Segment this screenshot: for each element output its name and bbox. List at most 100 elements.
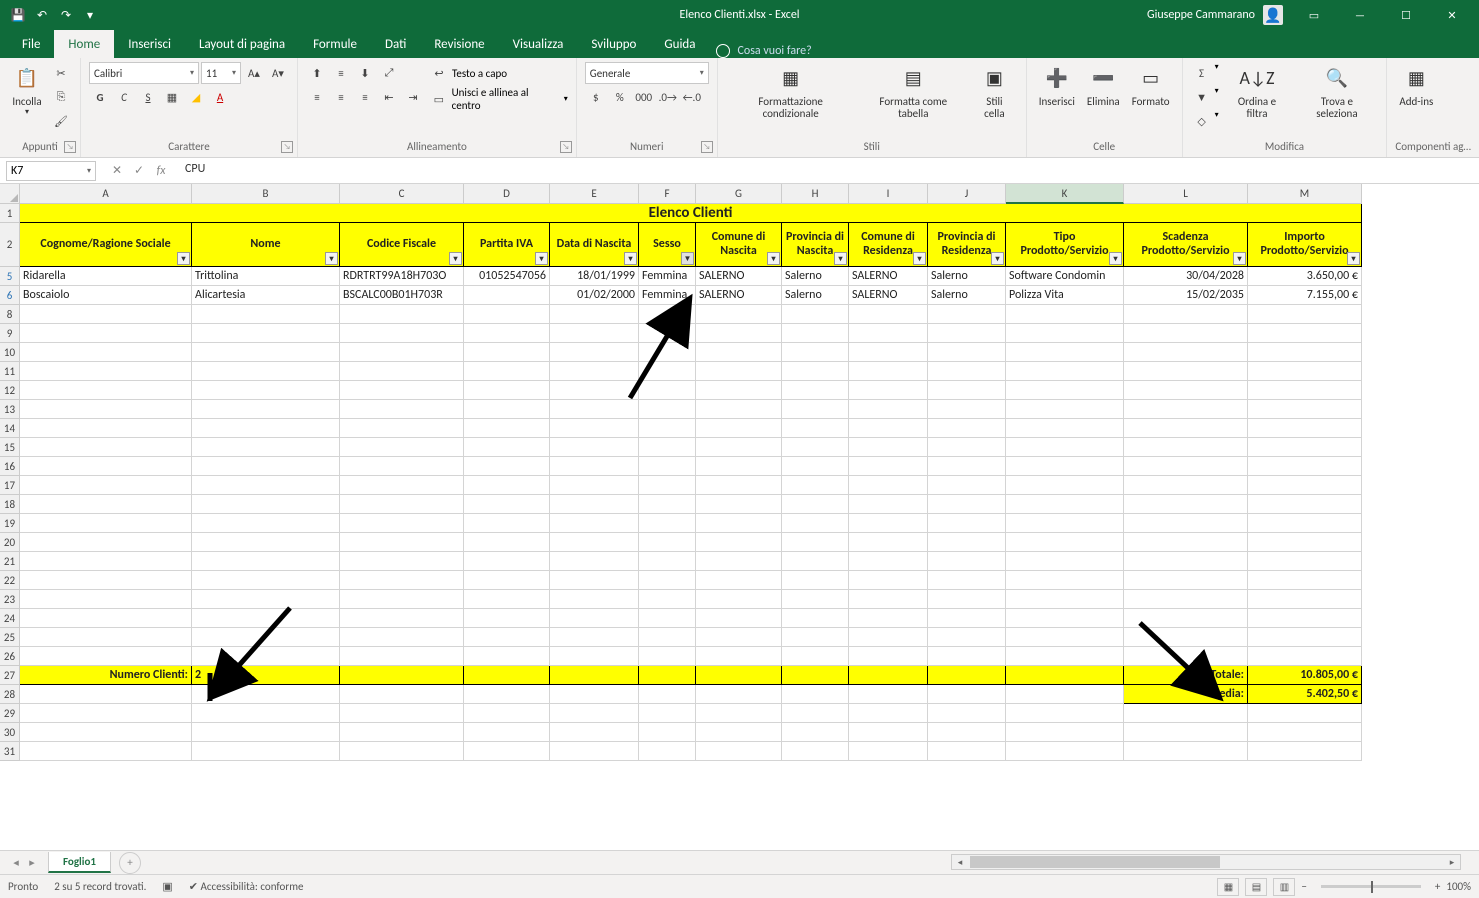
indent-icon[interactable]: ⇥ <box>402 86 424 108</box>
format-cells-button[interactable]: ▭Formato <box>1128 62 1174 136</box>
autosum-icon[interactable]: Σ <box>1191 62 1213 84</box>
font-color-icon[interactable]: A <box>209 86 231 108</box>
filter-E-icon[interactable]: ▾ <box>624 252 637 265</box>
cond-format-button[interactable]: ▦Formattazione condizionale <box>726 62 856 136</box>
tab-sviluppo[interactable]: Sviluppo <box>577 30 650 58</box>
bold-icon[interactable]: G <box>89 86 111 108</box>
column-headers[interactable]: ABCDEFGHIJKLM <box>20 184 1362 204</box>
view-normal-icon[interactable]: ▦ <box>1217 878 1239 896</box>
zoom-in-icon[interactable]: + <box>1435 880 1440 893</box>
macro-record-icon[interactable]: ▣ <box>162 880 172 893</box>
tab-layout[interactable]: Layout di pagina <box>185 30 299 58</box>
name-box[interactable]: K7 <box>6 161 96 181</box>
new-sheet-icon[interactable]: + <box>119 852 141 874</box>
worksheet[interactable]: ABCDEFGHIJKLM 12568910111213141516171819… <box>0 184 1479 850</box>
tab-dati[interactable]: Dati <box>371 30 420 58</box>
scroll-left-icon[interactable]: ◂ <box>952 855 968 869</box>
filter-D-icon[interactable]: ▾ <box>535 252 548 265</box>
scroll-right-icon[interactable]: ▸ <box>1444 855 1460 869</box>
fill-color-icon[interactable]: ◢ <box>185 86 207 108</box>
minimize-icon[interactable]: — <box>1337 0 1383 30</box>
row-header-6[interactable]: 6 <box>0 286 20 305</box>
row-headers[interactable]: 1256891011121314151617181920212223242526… <box>0 204 20 761</box>
outdent-icon[interactable]: ⇤ <box>378 86 400 108</box>
tab-home[interactable]: Home <box>54 30 114 58</box>
number-format-combo[interactable]: Generale▾ <box>585 62 709 84</box>
ribbon-display-icon[interactable]: ▭ <box>1291 0 1337 30</box>
font-combo[interactable]: Calibri▾ <box>89 62 199 84</box>
col-header-F[interactable]: F <box>639 184 696 204</box>
filter-M-icon[interactable]: ▾ <box>1347 252 1360 265</box>
row-header-23[interactable]: 23 <box>0 590 20 609</box>
tell-me[interactable]: Cosa vuoi fare? <box>716 44 812 58</box>
filter-C-icon[interactable]: ▾ <box>449 252 462 265</box>
cancel-formula-icon[interactable]: ✕ <box>106 161 128 181</box>
percent-icon[interactable]: % <box>609 86 631 108</box>
zoom-out-icon[interactable]: − <box>1301 880 1306 893</box>
filter-F-icon[interactable]: ▼ <box>681 252 694 265</box>
tab-file[interactable]: File <box>8 30 54 58</box>
increase-font-icon[interactable]: A▴ <box>243 62 265 84</box>
increase-decimal-icon[interactable]: .0→ <box>657 86 679 108</box>
row-header-8[interactable]: 8 <box>0 305 20 324</box>
fx-icon[interactable]: fx <box>150 161 172 181</box>
zoom-slider[interactable] <box>1321 885 1421 888</box>
grid[interactable]: Elenco ClientiCognome/Ragione Sociale▾No… <box>20 204 1362 761</box>
border-icon[interactable]: ▦ <box>161 86 183 108</box>
sheet-nav-first-icon[interactable]: ◂ <box>8 856 24 869</box>
row-header-18[interactable]: 18 <box>0 495 20 514</box>
accounting-icon[interactable]: $ <box>585 86 607 108</box>
row-header-12[interactable]: 12 <box>0 381 20 400</box>
decrease-decimal-icon[interactable]: ←.0 <box>681 86 703 108</box>
row-header-24[interactable]: 24 <box>0 609 20 628</box>
horizontal-scrollbar[interactable]: ◂ ▸ <box>951 854 1461 870</box>
row-header-25[interactable]: 25 <box>0 628 20 647</box>
col-header-D[interactable]: D <box>464 184 550 204</box>
merge-icon[interactable]: ▭ <box>428 88 450 110</box>
row-header-11[interactable]: 11 <box>0 362 20 381</box>
col-header-G[interactable]: G <box>696 184 782 204</box>
cut-icon[interactable]: ✂ <box>50 62 72 84</box>
copy-icon[interactable]: ⎘ <box>50 86 72 108</box>
row-header-13[interactable]: 13 <box>0 400 20 419</box>
addins-button[interactable]: ▦Add-ins <box>1395 62 1437 136</box>
align-right-icon[interactable]: ≡ <box>354 86 376 108</box>
redo-icon[interactable]: ↷ <box>54 2 78 28</box>
row-header-31[interactable]: 31 <box>0 742 20 761</box>
align-top-icon[interactable]: ⬆ <box>306 62 328 84</box>
align-left-icon[interactable]: ≡ <box>306 86 328 108</box>
underline-icon[interactable]: S <box>137 86 159 108</box>
format-painter-icon[interactable]: 🖌 <box>50 110 72 132</box>
insert-cells-button[interactable]: ➕Inserisci <box>1035 62 1079 136</box>
formula-input[interactable]: CPU <box>178 161 1479 181</box>
comma-icon[interactable]: 000 <box>633 86 655 108</box>
row-header-26[interactable]: 26 <box>0 647 20 666</box>
col-header-J[interactable]: J <box>928 184 1006 204</box>
tab-revisione[interactable]: Revisione <box>420 30 498 58</box>
paste-button[interactable]: 📋Incolla▾ <box>8 62 46 136</box>
sheet-tab-foglio1[interactable]: Foglio1 <box>48 852 111 873</box>
decrease-font-icon[interactable]: A▾ <box>267 62 289 84</box>
fill-icon[interactable]: ▼ <box>1191 86 1213 108</box>
find-button[interactable]: 🔍Trova e seleziona <box>1295 62 1378 136</box>
row-header-10[interactable]: 10 <box>0 343 20 362</box>
tab-visualizza[interactable]: Visualizza <box>499 30 578 58</box>
sheet-nav-last-icon[interactable]: ▸ <box>24 856 40 869</box>
row-header-20[interactable]: 20 <box>0 533 20 552</box>
filter-G-icon[interactable]: ▾ <box>767 252 780 265</box>
row-header-16[interactable]: 16 <box>0 457 20 476</box>
row-header-15[interactable]: 15 <box>0 438 20 457</box>
filter-B-icon[interactable]: ▾ <box>325 252 338 265</box>
align-middle-icon[interactable]: ≡ <box>330 62 352 84</box>
filter-L-icon[interactable]: ▾ <box>1233 252 1246 265</box>
tab-inserisci[interactable]: Inserisci <box>114 30 185 58</box>
clear-icon[interactable]: ◇ <box>1191 110 1213 132</box>
row-header-2[interactable]: 2 <box>0 223 20 267</box>
cell-styles-button[interactable]: ▣Stili cella <box>971 62 1018 136</box>
dialog-launcher-icon[interactable]: ↘ <box>281 141 293 153</box>
row-header-28[interactable]: 28 <box>0 685 20 704</box>
col-header-E[interactable]: E <box>550 184 639 204</box>
sort-filter-button[interactable]: A↓ZOrdina e filtra <box>1223 62 1292 136</box>
col-header-A[interactable]: A <box>20 184 192 204</box>
col-header-M[interactable]: M <box>1248 184 1362 204</box>
